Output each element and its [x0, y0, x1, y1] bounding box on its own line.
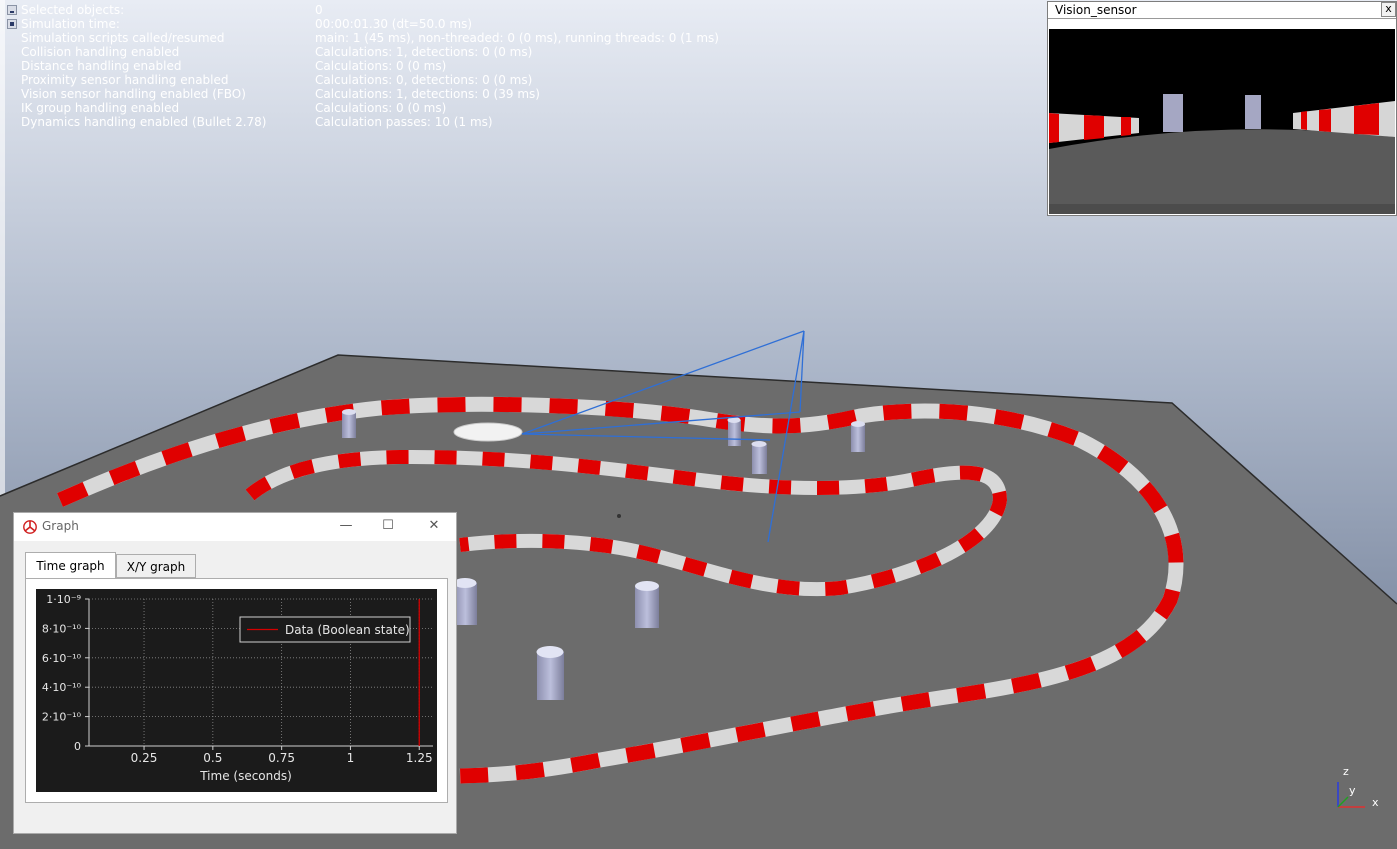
time-graph-plot[interactable]: 0 2·10⁻¹⁰ 4·10⁻¹⁰ 6·10⁻¹⁰ 8·10⁻¹⁰ 1·10⁻⁹ 0.25 0…: [36, 589, 437, 792]
info-label: Dynamics handling enabled (Bullet 2.78): [21, 115, 267, 129]
info-row: Collision handling enabled Calculations: …: [4, 45, 724, 59]
info-row: IK group handling enabled Calculations: 0…: [4, 101, 724, 115]
minimize-button[interactable]: —: [335, 517, 357, 535]
info-row: Simulation scripts called/resumed main: 1…: [4, 31, 724, 45]
graph-window[interactable]: Graph — ☐ ✕ Time graph X/Y graph 0 2·10⁻¹…: [13, 512, 457, 834]
obstacle-cylinder: [342, 409, 356, 438]
x-tick-label: 0.75: [268, 751, 295, 765]
info-label: Proximity sensor handling enabled: [21, 73, 229, 87]
info-label: Simulation time:: [21, 17, 120, 31]
vision-sensor-close-button[interactable]: x: [1381, 2, 1396, 17]
info-value: 00:00:01.30 (dt=50.0 ms): [315, 17, 473, 31]
tab-time-graph[interactable]: Time graph: [25, 552, 116, 578]
info-row: Simulation time: 00:00:01.30 (dt=50.0 ms): [4, 17, 724, 31]
simulation-info-panel: Selected objects: 0 Simulation time: 00:00:…: [4, 3, 724, 129]
info-value: 0: [315, 3, 323, 17]
info-value: main: 1 (45 ms), non-threaded: 0 (0 ms),…: [315, 31, 719, 45]
vision-sensor-view[interactable]: Vision_sensor x: [1047, 1, 1397, 216]
line-follower-robot: [453, 422, 523, 442]
y-tick-label: 2·10⁻¹⁰: [42, 711, 82, 724]
graph-title-bar[interactable]: Graph — ☐ ✕: [14, 513, 456, 541]
x-tick-label: 0.25: [131, 751, 158, 765]
info-value: Calculations: 0, detections: 0 (0 ms): [315, 73, 533, 87]
obstacle-cylinder: [727, 417, 741, 446]
obstacle-cylinder: [851, 421, 865, 452]
y-tick-label: 1·10⁻⁹: [46, 593, 81, 606]
info-label: Vision sensor handling enabled (FBO): [21, 87, 246, 101]
y-tick-label: 0: [74, 740, 81, 753]
info-value: Calculations: 1, detections: 0 (0 ms): [315, 45, 533, 59]
info-row: Dynamics handling enabled (Bullet 2.78) C…: [4, 115, 724, 129]
info-row: Vision sensor handling enabled (FBO) Calc…: [4, 87, 724, 101]
y-tick-label: 8·10⁻¹⁰: [42, 622, 82, 635]
info-value: Calculations: 1, detections: 0 (39 ms): [315, 87, 540, 101]
info-label: Distance handling enabled: [21, 59, 182, 73]
x-tick-label: 1.25: [406, 751, 433, 765]
info-value: Calculation passes: 10 (1 ms): [315, 115, 493, 129]
info-label: Simulation scripts called/resumed: [21, 31, 225, 45]
obstacle-cylinder: [536, 646, 564, 700]
legend-label: Data (Boolean state): [285, 623, 410, 637]
info-label: IK group handling enabled: [21, 101, 180, 115]
info-label: Collision handling enabled: [21, 45, 180, 59]
info-row: Proximity sensor handling enabled Calcula…: [4, 73, 724, 87]
collapse-info-button[interactable]: [7, 5, 17, 15]
obstacle-cylinder: [751, 441, 767, 474]
y-tick-label: 4·10⁻¹⁰: [42, 681, 82, 694]
info-value: Calculations: 0 (0 ms): [315, 101, 447, 115]
info-value: Calculations: 0 (0 ms): [315, 59, 447, 73]
info-row: Selected objects: 0: [4, 3, 724, 17]
y-tick-label: 6·10⁻¹⁰: [42, 652, 82, 665]
info-row: Distance handling enabled Calculations: 0…: [4, 59, 724, 73]
app-logo-icon: [23, 520, 37, 534]
info-toggle-button[interactable]: [7, 19, 17, 29]
maximize-button[interactable]: ☐: [377, 517, 399, 535]
time-graph-panel: 0 2·10⁻¹⁰ 4·10⁻¹⁰ 6·10⁻¹⁰ 8·10⁻¹⁰ 1·10⁻⁹ 0.25 0…: [25, 578, 448, 803]
graph-window-title: Graph: [42, 519, 79, 533]
axis-gizmo-z: z: [1343, 765, 1349, 778]
vision-sensor-image: [1049, 29, 1395, 214]
info-label: Selected objects:: [21, 3, 125, 17]
x-axis-label: Time (seconds): [199, 769, 292, 783]
axis-gizmo-y: y: [1349, 784, 1356, 797]
obstacle-cylinder: [453, 578, 477, 625]
vision-sensor-title: Vision_sensor: [1048, 2, 1396, 19]
tab-xy-graph[interactable]: X/Y graph: [116, 554, 196, 578]
obstacle-cylinder: [635, 581, 659, 628]
axis-gizmo-x: x: [1372, 796, 1379, 809]
x-tick-label: 1: [347, 751, 355, 765]
close-button[interactable]: ✕: [423, 517, 445, 535]
x-tick-label: 0.5: [203, 751, 222, 765]
